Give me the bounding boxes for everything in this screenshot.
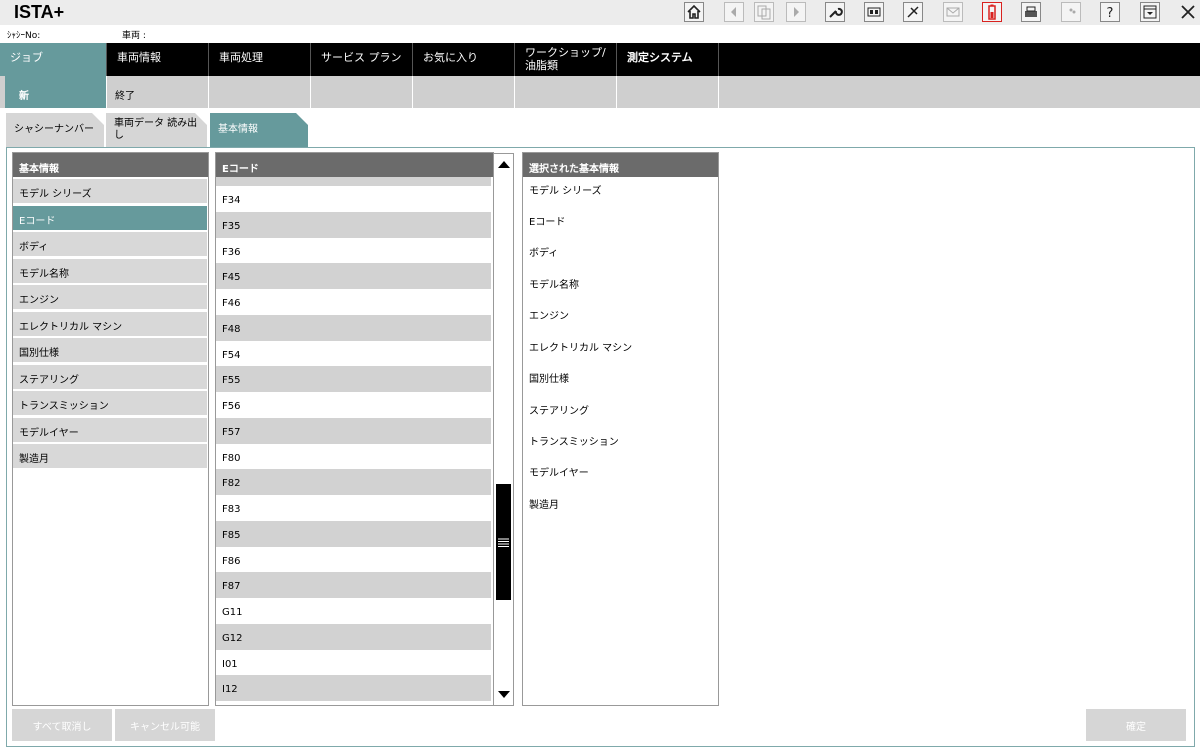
list-item[interactable]: F48 [216, 315, 491, 341]
sub-tab-empty-3 [413, 76, 515, 108]
close-icon[interactable] [1178, 2, 1198, 22]
pages-icon[interactable] [754, 2, 774, 22]
selected-item: Eコード [529, 217, 566, 228]
left-item-electrical-machine[interactable]: エレクトリカル マシン [13, 311, 207, 336]
wrench-icon[interactable] [825, 2, 845, 22]
selected-item: エンジン [529, 311, 569, 322]
selected-item: ステアリング [529, 406, 589, 417]
left-item-model-year[interactable]: モデルイヤー [13, 417, 207, 442]
list-item[interactable]: G12 [216, 624, 491, 650]
list-item[interactable]: F85 [216, 521, 491, 547]
nav-tab-vehicle-info[interactable]: 車両情報 [107, 43, 209, 76]
list-item[interactable]: F82 [216, 469, 491, 495]
basic-info-header: 基本情報 [13, 153, 208, 177]
selected-item: モデルイヤー [529, 468, 589, 479]
list-item[interactable]: F80 [216, 444, 491, 470]
left-item-steering[interactable]: ステアリング [13, 364, 207, 389]
nav-tab-measurement[interactable]: 測定システム [617, 43, 719, 76]
scroll-down-icon[interactable] [494, 685, 513, 704]
list-item[interactable]: F86 [216, 547, 491, 573]
list-item[interactable]: F83 [216, 495, 491, 521]
sub-tab-empty-5 [617, 76, 719, 108]
e-code-scrollbar[interactable] [493, 153, 514, 706]
home-icon[interactable] [684, 2, 704, 22]
list-item[interactable]: F34 [216, 186, 491, 212]
abc-icon[interactable] [1061, 2, 1081, 22]
nav-tab-favorites[interactable]: お気に入り [413, 43, 515, 76]
selected-basic-info-panel: 選択された基本情報 モデル シリーズ Eコード ボディ モデル名称 エンジン エ… [522, 152, 719, 706]
list-item[interactable]: F55 [216, 366, 491, 392]
title-bar: ISTA+ ? [0, 0, 1200, 25]
vehicle-label: 車両 : [122, 31, 146, 41]
left-item-country-spec[interactable]: 国別仕様 [13, 338, 207, 362]
app-title: ISTA+ [14, 2, 65, 22]
selected-item: 国別仕様 [529, 374, 569, 385]
selected-item: 製造月 [529, 500, 559, 511]
list-item[interactable]: F35 [216, 212, 491, 238]
help-icon[interactable]: ? [1100, 2, 1120, 22]
list-item[interactable]: F57 [216, 418, 491, 444]
e-code-header: Eコード [216, 153, 493, 177]
mail-icon[interactable] [943, 2, 963, 22]
basic-info-panel: 基本情報 モデル シリーズ Eコード ボディ モデル名称 エンジン エレクトリカ… [12, 152, 209, 706]
nav-tab-vehicle-treatment[interactable]: 車両処理 [209, 43, 311, 76]
page-tab-read-vehicle-data[interactable]: 車両データ 読み出し [106, 113, 207, 147]
list-item[interactable]: F87 [216, 572, 491, 598]
list-item-partial [216, 177, 491, 186]
sub-nav: 新 終了 [0, 76, 1200, 108]
confirm-button[interactable]: 確定 [1086, 709, 1186, 741]
left-item-engine[interactable]: エンジン [13, 285, 207, 309]
back-icon[interactable] [724, 2, 744, 22]
sub-tab-empty-2 [311, 76, 413, 108]
ista-window: ISTA+ ? ｼｬｼｰNo: 車両: ジョブ 車両情報 車両処理 サービス … [0, 0, 1200, 750]
sub-tab-empty-1 [209, 76, 311, 108]
sub-tab-empty-4 [515, 76, 617, 108]
nav-tab-service-plan[interactable]: サービス プラン [311, 43, 413, 76]
list-item[interactable]: F54 [216, 341, 491, 367]
left-item-e-code[interactable]: Eコード [13, 205, 207, 230]
left-item-model-name[interactable]: モデル名称 [13, 258, 207, 283]
page-tab-basic-info[interactable]: 基本情報 [210, 113, 308, 147]
list-item[interactable]: F36 [216, 238, 491, 264]
selected-item: エレクトリカル マシン [529, 343, 633, 354]
selected-item: ボディ [529, 248, 559, 259]
list-item[interactable]: F56 [216, 392, 491, 418]
scroll-thumb[interactable] [496, 484, 511, 600]
chassis-label: ｼｬｼｰNo: [7, 31, 41, 41]
scroll-up-icon[interactable] [494, 154, 513, 173]
minimize-icon[interactable] [1140, 2, 1160, 22]
list-item[interactable]: I01 [216, 650, 491, 676]
page-tab-chassis-number[interactable]: シャシーナンバー [6, 113, 104, 147]
e-code-panel: Eコード F34 F35 F36 F45 F46 F48 F54 F55 F56… [215, 152, 494, 706]
printer-icon[interactable] [1021, 2, 1041, 22]
list-item[interactable]: F45 [216, 263, 491, 289]
list-item[interactable]: G11 [216, 598, 491, 624]
left-item-transmission[interactable]: トランスミッション [13, 391, 207, 415]
connection-icon[interactable] [903, 2, 923, 22]
nav-tab-workshop[interactable]: ワークショップ/ 油脂類 [515, 43, 617, 76]
sub-tab-new[interactable]: 新 [5, 76, 107, 108]
left-item-model-series[interactable]: モデル シリーズ [13, 179, 207, 203]
clear-all-button[interactable]: すべて取消し [12, 709, 112, 741]
selected-item: トランスミッション [529, 437, 619, 448]
svg-text:?: ? [1107, 6, 1114, 21]
nav-tab-job[interactable]: ジョブ [0, 43, 107, 76]
selected-item: モデル シリーズ [529, 186, 602, 197]
forward-icon[interactable] [786, 2, 806, 22]
main-nav: ジョブ 車両情報 車両処理 サービス プラン お気に入り ワークショップ/ 油脂… [0, 43, 1200, 76]
sub-tab-exit[interactable]: 終了 [107, 76, 209, 108]
list-item[interactable]: F46 [216, 289, 491, 315]
compare-icon[interactable] [864, 2, 884, 22]
selected-item: モデル名称 [529, 280, 579, 291]
battery-icon[interactable] [982, 2, 1002, 22]
cancel-button[interactable]: キャンセル可能 [115, 709, 215, 741]
left-item-production-month[interactable]: 製造月 [13, 444, 207, 468]
list-item[interactable]: I12 [216, 675, 491, 701]
left-item-body[interactable]: ボディ [13, 232, 207, 256]
vehicle-info-bar: ｼｬｼｰNo: 車両 : [0, 25, 1200, 42]
selected-basic-info-header: 選択された基本情報 [523, 153, 718, 177]
